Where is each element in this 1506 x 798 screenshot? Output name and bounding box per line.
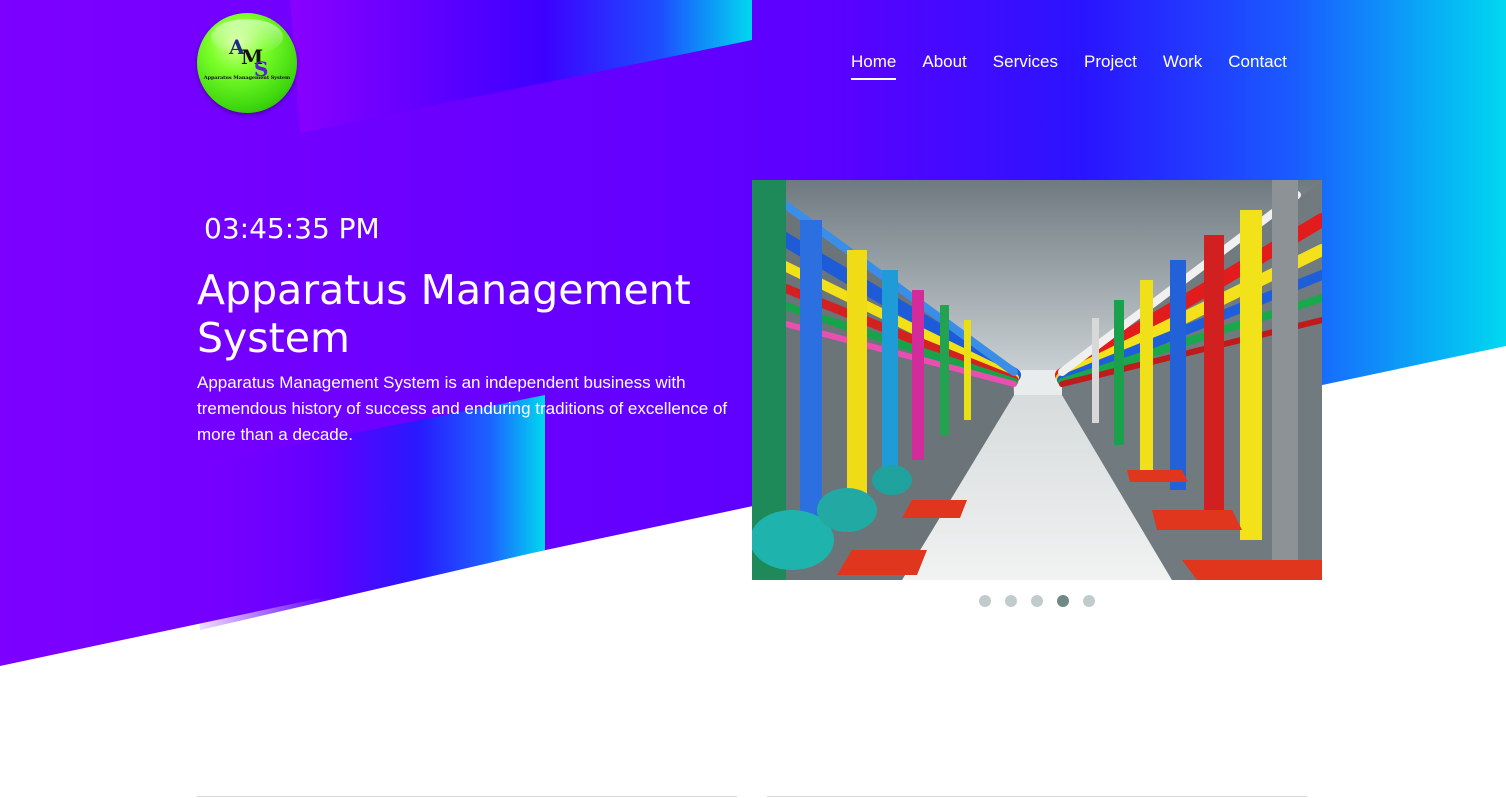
nav-item-about[interactable]: About	[922, 52, 966, 80]
logo-text: Apparatus Management System	[203, 75, 291, 81]
hero-clock: 03:45:35 PM	[204, 212, 380, 245]
section-divider-left	[197, 796, 737, 797]
slider-dots	[979, 595, 1095, 607]
hero-title: Apparatus Management System	[197, 266, 691, 362]
nav-item-project[interactable]: Project	[1084, 52, 1137, 80]
slider-dot-1[interactable]	[979, 595, 991, 607]
logo[interactable]: A M S Apparatus Management System	[197, 13, 297, 113]
hero-description: Apparatus Management System is an indepe…	[197, 373, 728, 444]
main-nav: Home About Services Project Work Contact	[851, 52, 1287, 80]
slider-dot-2[interactable]	[1005, 595, 1017, 607]
slider-dot-3[interactable]	[1031, 595, 1043, 607]
slider-dot-4[interactable]	[1057, 595, 1069, 607]
nav-item-home[interactable]: Home	[851, 52, 897, 80]
slide-image-industrial-pipes	[752, 180, 1322, 580]
section-divider-right	[767, 796, 1307, 797]
slider-dot-5[interactable]	[1083, 595, 1095, 607]
hero-slider[interactable]	[752, 180, 1322, 580]
nav-item-services[interactable]: Services	[993, 52, 1058, 80]
nav-item-contact[interactable]: Contact	[1228, 52, 1287, 80]
nav-item-work[interactable]: Work	[1163, 52, 1202, 80]
